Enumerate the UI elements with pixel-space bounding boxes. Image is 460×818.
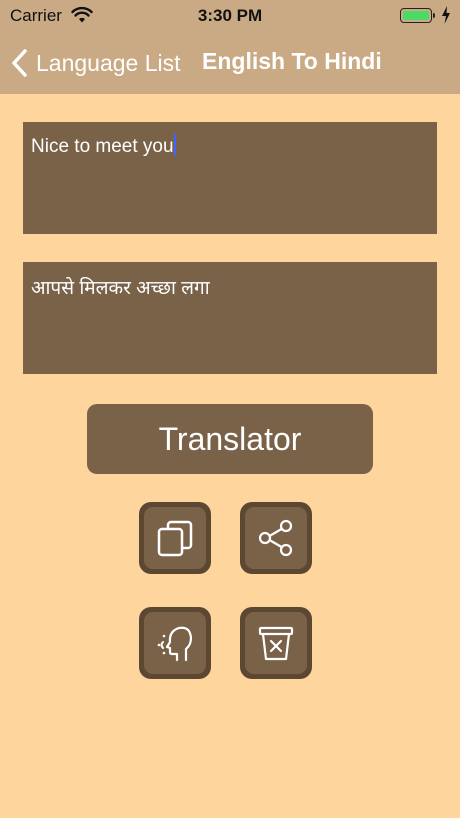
top-bar: Carrier 3:30 PM Language List English To… bbox=[0, 0, 460, 94]
back-button[interactable]: Language List bbox=[10, 46, 181, 80]
source-text: Nice to meet you bbox=[31, 136, 174, 157]
speak-button[interactable] bbox=[139, 607, 211, 679]
clear-button[interactable] bbox=[240, 607, 312, 679]
charging-icon bbox=[442, 6, 450, 24]
text-cursor bbox=[173, 134, 176, 156]
back-button-label: Language List bbox=[36, 49, 181, 76]
battery-icon bbox=[400, 8, 435, 23]
share-icon bbox=[258, 519, 293, 557]
copy-button[interactable] bbox=[139, 502, 211, 574]
share-button[interactable] bbox=[240, 502, 312, 574]
page-title: English To Hindi bbox=[202, 48, 382, 74]
clock: 3:30 PM bbox=[197, 6, 263, 25]
translate-button[interactable]: Translator bbox=[87, 404, 373, 474]
navigation-bar: Language List English To Hindi bbox=[0, 40, 460, 84]
copy-icon bbox=[157, 520, 193, 557]
translated-text: आपसे मिलकर अच्छा लगा bbox=[31, 278, 210, 299]
translated-text-output[interactable]: आपसे मिलकर अच्छा लगा bbox=[23, 262, 437, 374]
chevron-left-icon bbox=[12, 49, 27, 77]
source-text-input[interactable]: Nice to meet you bbox=[23, 122, 437, 234]
clear-trash-icon bbox=[258, 626, 294, 661]
status-bar: Carrier 3:30 PM bbox=[0, 0, 460, 32]
speak-icon bbox=[157, 626, 193, 662]
